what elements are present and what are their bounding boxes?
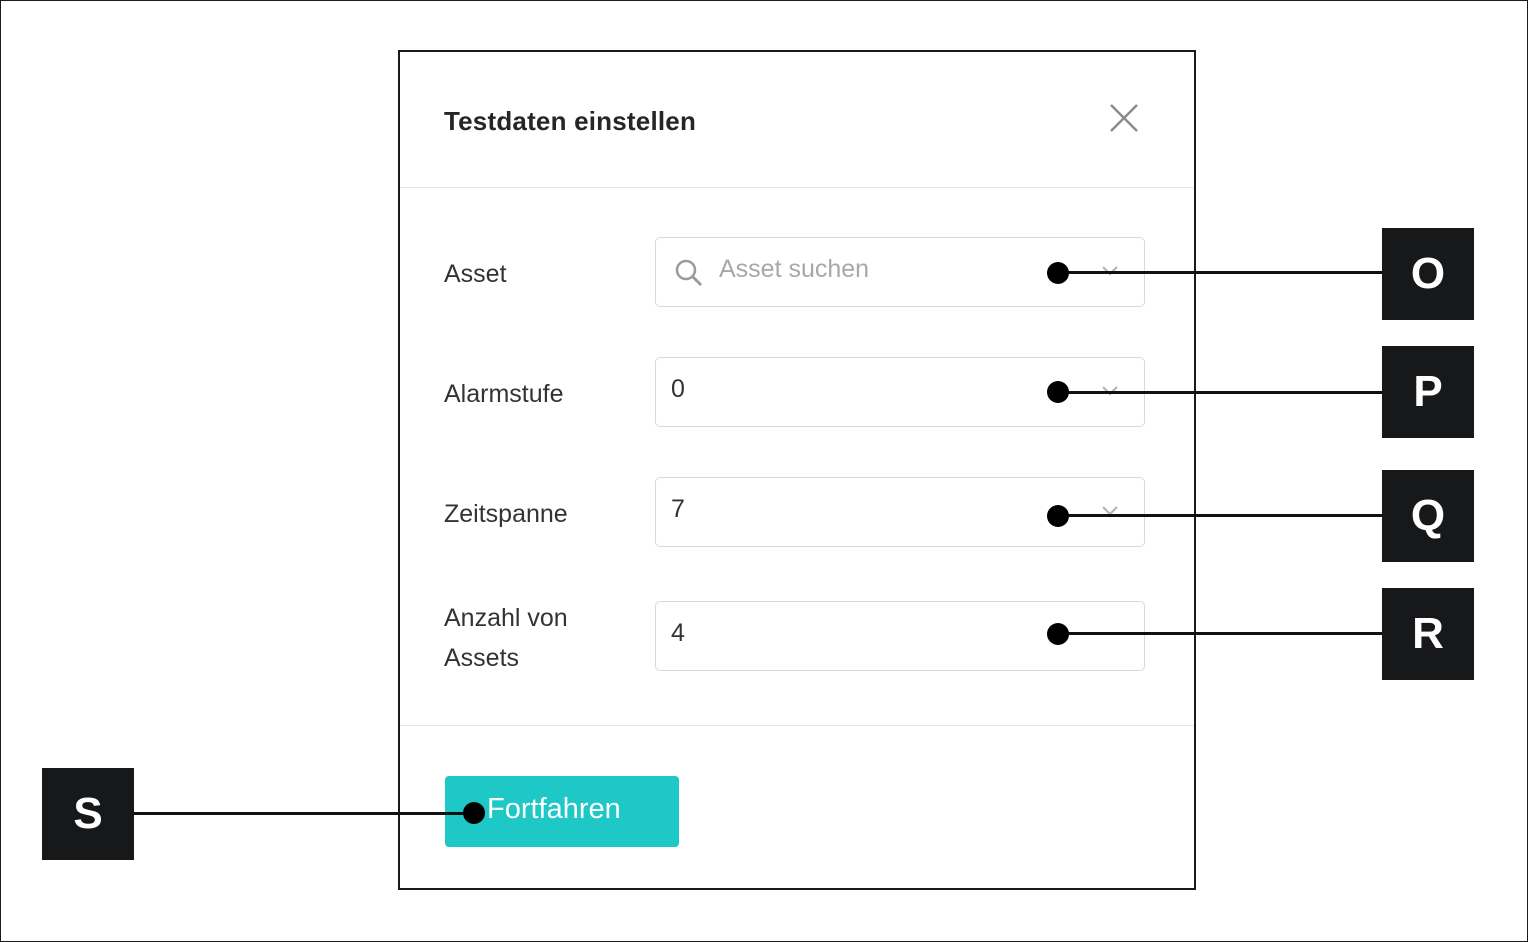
asset-count-value: 4 (671, 619, 685, 647)
callout-dot-q (1047, 505, 1069, 527)
callout-line-q (1058, 514, 1384, 517)
callout-line-s (134, 812, 474, 815)
callout-badge-o: O (1382, 228, 1474, 320)
asset-placeholder: Asset suchen (719, 255, 870, 283)
asset-count-label: Anzahl von Assets (444, 604, 568, 672)
search-icon (674, 258, 704, 288)
callout-dot-o (1047, 262, 1069, 284)
alarm-level-value: 0 (671, 375, 685, 403)
dialog-title: Testdaten einstellen (444, 106, 697, 136)
callout-line-r (1058, 632, 1384, 635)
callout-badge-q: Q (1382, 470, 1474, 562)
footer-divider (400, 725, 1194, 726)
callout-dot-p (1047, 381, 1069, 403)
callout-dot-r (1047, 623, 1069, 645)
asset-count-input[interactable]: 4 (655, 601, 1145, 671)
timespan-value: 7 (671, 495, 685, 523)
header-divider (400, 187, 1194, 188)
timespan-label: Zeitspanne (444, 500, 568, 528)
callout-badge-p: P (1382, 346, 1474, 438)
asset-label: Asset (444, 260, 507, 288)
settings-dialog: Testdaten einstellen Asset Asset suchen … (398, 50, 1196, 890)
timespan-select[interactable]: 7 (655, 477, 1145, 547)
callout-dot-s (463, 802, 485, 824)
callout-badge-r: R (1382, 588, 1474, 680)
alarm-level-label: Alarmstufe (444, 380, 564, 408)
close-icon[interactable] (1108, 102, 1140, 134)
callout-line-p (1058, 391, 1384, 394)
callout-line-o (1058, 271, 1384, 274)
callout-badge-s: S (42, 768, 134, 860)
